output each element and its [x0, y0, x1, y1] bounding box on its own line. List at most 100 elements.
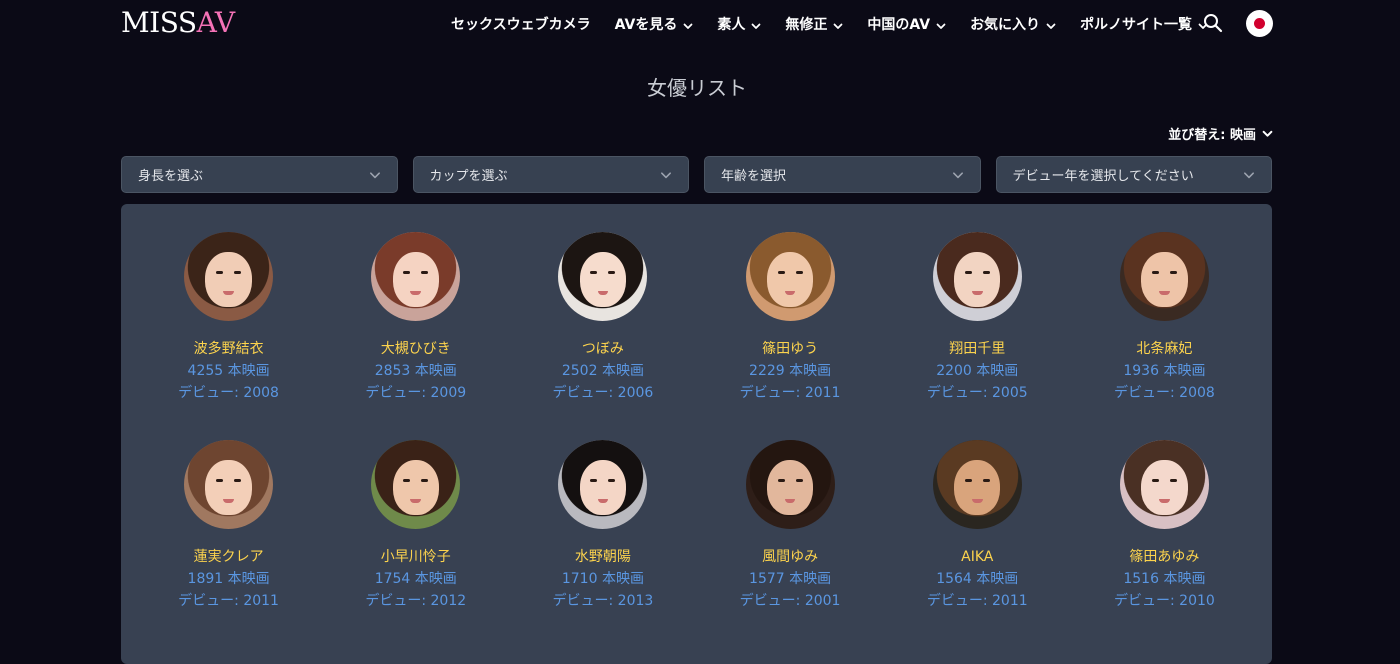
filter-select-0[interactable]: 身長を選ぶ	[121, 156, 398, 193]
actress-card[interactable]: 北条麻妃 1936 本映画 デビュー: 2008	[1071, 232, 1258, 404]
actress-count: 1936 本映画	[1123, 363, 1206, 379]
filter-select-2[interactable]: 年齢を選択	[704, 156, 981, 193]
actress-count: 1564 本映画	[936, 571, 1019, 587]
filter-select-label: 身長を選ぶ	[138, 169, 204, 184]
actress-count: 2200 本映画	[936, 363, 1019, 379]
actress-count: 1754 本映画	[374, 571, 457, 587]
actress-card[interactable]: 波多野結衣 4255 本映画 デビュー: 2008	[135, 232, 322, 404]
actress-avatar[interactable]	[371, 440, 461, 529]
flag-red-circle	[1254, 18, 1265, 29]
actress-count: 1891 本映画	[187, 571, 270, 587]
actress-count: 2853 本映画	[374, 363, 457, 379]
chevron-down-icon	[683, 19, 693, 29]
nav-item-label: お気に入り	[970, 17, 1041, 33]
actress-avatar[interactable]	[745, 440, 835, 529]
actress-card[interactable]: 小早川怜子 1754 本映画 デビュー: 2012	[322, 440, 509, 612]
actress-name[interactable]: 翔田千里	[949, 338, 1005, 360]
actress-avatar[interactable]	[558, 232, 648, 321]
actress-avatar[interactable]	[1119, 440, 1209, 529]
actress-avatar[interactable]	[184, 232, 274, 321]
actress-count: 2502 本映画	[561, 363, 644, 379]
actress-avatar[interactable]	[932, 440, 1022, 529]
actress-avatar[interactable]	[1119, 232, 1209, 321]
nav-item-label: ポルノサイト一覧	[1080, 17, 1193, 33]
chevron-down-icon	[660, 169, 672, 181]
site-logo[interactable]: MISSAV	[121, 6, 235, 39]
search-icon[interactable]	[1203, 13, 1223, 33]
actress-name[interactable]: AIKA	[961, 546, 993, 568]
actress-avatar[interactable]	[558, 440, 648, 529]
actress-card[interactable]: AIKA 1564 本映画 デビュー: 2011	[884, 440, 1071, 612]
nav-item-6[interactable]: ポルノサイト一覧	[1080, 14, 1208, 34]
chevron-down-icon	[1046, 19, 1056, 29]
filter-select-label: カップを選ぶ	[429, 169, 508, 184]
actress-debut: デビュー: 2008	[1114, 385, 1215, 401]
actress-card[interactable]: 篠田あゆみ 1516 本映画 デビュー: 2010	[1071, 440, 1258, 612]
filter-select-label: デビュー年を選択してください	[1012, 169, 1194, 184]
filter-select-1[interactable]: カップを選ぶ	[412, 156, 689, 193]
nav-item-0[interactable]: セックスウェブカメラ	[451, 14, 591, 34]
actress-card[interactable]: 翔田千里 2200 本映画 デビュー: 2005	[884, 232, 1071, 404]
actress-grid: 波多野結衣 4255 本映画 デビュー: 2008 大槻ひびき 2853 本映画 デビュー…	[135, 232, 1258, 612]
nav-item-label: 無修正	[785, 17, 828, 33]
main-nav: セックスウェブカメラ AVを見る 素人 無修正 中国のAV お気に入り ポルノサイト一覧	[451, 12, 1232, 36]
chevron-down-icon	[936, 19, 946, 29]
actress-avatar[interactable]	[745, 232, 835, 321]
actress-name[interactable]: 北条麻妃	[1136, 338, 1192, 360]
actress-name[interactable]: 篠田あゆみ	[1129, 546, 1199, 568]
nav-item-label: AVを見る	[614, 17, 678, 33]
actress-avatar[interactable]	[932, 232, 1022, 321]
actress-name[interactable]: 風間ゆみ	[762, 546, 818, 568]
actress-name[interactable]: 大槻ひびき	[381, 338, 451, 360]
sort-label: 並び替え: 映画	[1168, 128, 1256, 143]
nav-item-1[interactable]: AVを見る	[615, 14, 694, 34]
japan-flag-icon[interactable]	[1246, 10, 1273, 37]
chevron-down-icon	[833, 19, 843, 29]
filter-select-label: 年齢を選択	[721, 169, 787, 184]
sort-dropdown[interactable]: 並び替え: 映画	[1168, 124, 1273, 143]
chevron-down-icon	[1243, 169, 1255, 181]
actress-list-panel: 波多野結衣 4255 本映画 デビュー: 2008 大槻ひびき 2853 本映画 デビュー…	[121, 204, 1272, 664]
actress-count: 2229 本映画	[749, 363, 832, 379]
nav-item-5[interactable]: お気に入り	[970, 14, 1056, 34]
actress-name[interactable]: 小早川怜子	[381, 546, 451, 568]
actress-card[interactable]: つぼみ 2502 本映画 デビュー: 2006	[509, 232, 696, 404]
actress-debut: デビュー: 2001	[739, 593, 841, 609]
nav-item-4[interactable]: 中国のAV	[867, 14, 946, 34]
actress-count: 1516 本映画	[1123, 571, 1206, 587]
chevron-down-icon	[952, 169, 964, 181]
actress-card[interactable]: 大槻ひびき 2853 本映画 デビュー: 2009	[322, 232, 509, 404]
chevron-down-icon	[751, 19, 761, 29]
actress-avatar[interactable]	[184, 440, 274, 529]
actress-card[interactable]: 篠田ゆう 2229 本映画 デビュー: 2011	[697, 232, 884, 404]
actress-name[interactable]: 篠田ゆう	[762, 338, 818, 360]
actress-name[interactable]: つぼみ	[582, 338, 624, 360]
page-title: 女優リスト	[647, 76, 747, 100]
actress-avatar[interactable]	[371, 232, 461, 321]
nav-item-label: 中国のAV	[867, 17, 931, 33]
actress-card[interactable]: 水野朝陽 1710 本映画 デビュー: 2013	[509, 440, 696, 612]
nav-item-label: セックスウェブカメラ	[451, 17, 591, 33]
logo-av-text: AV	[196, 6, 236, 39]
actress-name[interactable]: 水野朝陽	[575, 546, 631, 568]
actress-card[interactable]: 蓮実クレア 1891 本映画 デビュー: 2011	[135, 440, 322, 612]
actress-debut: デビュー: 2009	[365, 385, 467, 401]
nav-item-2[interactable]: 素人	[717, 14, 761, 34]
actress-debut: デビュー: 2005	[926, 385, 1028, 401]
nav-item-3[interactable]: 無修正	[785, 14, 843, 34]
actress-name[interactable]: 蓮実クレア	[194, 546, 264, 568]
nav-item-label: 素人	[717, 17, 746, 33]
actress-debut: デビュー: 2008	[178, 385, 279, 401]
actress-count: 1710 本映画	[561, 571, 644, 587]
chevron-down-icon	[1262, 130, 1273, 137]
actress-debut: デビュー: 2011	[178, 593, 279, 609]
filter-bar: 身長を選ぶ カップを選ぶ 年齢を選択 デビュー年を選択してください	[121, 156, 1272, 193]
actress-debut: デビュー: 2011	[926, 593, 1028, 609]
actress-debut: デビュー: 2012	[365, 593, 467, 609]
filter-select-3[interactable]: デビュー年を選択してください	[995, 156, 1272, 193]
logo-miss-text: MISS	[121, 6, 197, 39]
actress-debut: デビュー: 2011	[739, 385, 841, 401]
actress-name[interactable]: 波多野結衣	[194, 338, 264, 360]
actress-card[interactable]: 風間ゆみ 1577 本映画 デビュー: 2001	[697, 440, 884, 612]
chevron-down-icon	[369, 169, 381, 181]
